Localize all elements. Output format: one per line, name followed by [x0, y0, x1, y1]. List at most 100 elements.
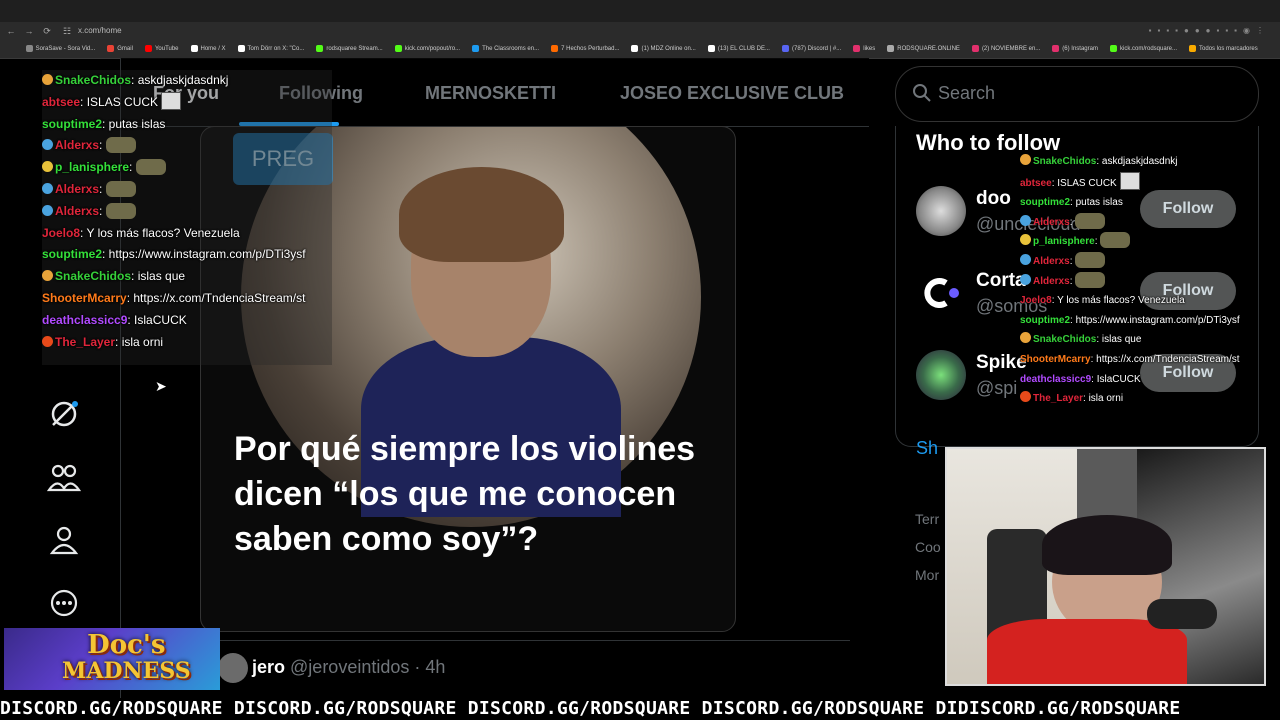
chat-message: SnakeChidos: islas que: [42, 266, 332, 288]
bookmark-item[interactable]: (787) Discord | #...: [781, 40, 842, 58]
bookmark-item[interactable]: 7 Hechos Perturbad...: [551, 40, 619, 58]
bookmark-item[interactable]: The Classrooms en...: [472, 40, 539, 58]
chat-username[interactable]: SnakeChidos: [55, 73, 131, 87]
bookmark-item[interactable]: kick.com/popout/ro...: [394, 40, 460, 58]
search-input[interactable]: Search: [895, 66, 1259, 122]
chat-username[interactable]: Alderxs: [1033, 217, 1070, 228]
suggestion-name[interactable]: Corta: [976, 270, 1026, 292]
chat-username[interactable]: Alderxs: [1033, 256, 1070, 267]
chat-username[interactable]: deathclassicc9: [1020, 374, 1091, 385]
tab-mernosketti[interactable]: MERNOSKETTI: [425, 83, 556, 104]
footer-link[interactable]: Terr: [915, 505, 941, 533]
bookmark-item[interactable]: SoraSave - Sora Vid...: [25, 40, 95, 58]
chat-username[interactable]: Alderxs: [55, 204, 99, 218]
chat-username[interactable]: souptime2: [42, 247, 102, 261]
bookmark-item[interactable]: (1) MDZ Online on...: [631, 40, 696, 58]
chat-username[interactable]: souptime2: [1020, 197, 1070, 208]
chat-text: : putas islas: [1070, 197, 1123, 209]
chat-emote-icon: [135, 159, 166, 176]
chat-text: : ISLAS CUCK: [1051, 177, 1117, 189]
reload-icon[interactable]: ⟳: [42, 26, 52, 36]
avatar[interactable]: [916, 186, 966, 236]
extension-icons[interactable]: ▪▪▪▪●●●▪▪▪◉⋮: [1149, 26, 1270, 35]
grok-icon[interactable]: [44, 394, 84, 434]
bookmark-item[interactable]: likes: [853, 40, 875, 58]
chat-username[interactable]: abtsee: [42, 95, 80, 109]
bookmark-favicon-icon: [237, 44, 245, 52]
show-more-link[interactable]: Sh: [916, 438, 938, 459]
footer-link[interactable]: Coo: [915, 533, 941, 561]
bookmark-item[interactable]: Gmail: [107, 40, 133, 58]
bookmark-item[interactable]: Todos los marcadores: [1189, 40, 1258, 58]
footer-link[interactable]: Mor: [915, 561, 941, 589]
chat-badge-icon: [1020, 253, 1031, 265]
bookmark-favicon-icon: [394, 44, 402, 52]
chat-username[interactable]: Joelo8: [1020, 295, 1052, 306]
chat-username[interactable]: souptime2: [42, 117, 102, 131]
address-bar[interactable]: ← → ⟳ ☷ x.com/home ▪▪▪▪●●●▪▪▪◉⋮: [0, 22, 1280, 40]
back-icon[interactable]: ←: [6, 26, 16, 36]
suggestion-name[interactable]: doo: [976, 188, 1011, 210]
chat-username[interactable]: Alderxs: [55, 138, 99, 152]
bookmark-item[interactable]: Tom Dörr on X: "Co...: [237, 40, 304, 58]
forward-icon[interactable]: →: [24, 26, 34, 36]
chat-username[interactable]: Alderxs: [1033, 276, 1070, 287]
chat-text: : https://www.instagram.com/p/DTi3ysf: [1070, 314, 1240, 326]
chat-message: deathclassicc9: IslaCUCK: [1020, 370, 1270, 390]
chat-username[interactable]: SnakeChidos: [1033, 156, 1096, 167]
site-info-icon[interactable]: ☷: [62, 26, 72, 36]
bookmark-favicon-icon: [707, 44, 715, 52]
bookmark-favicon-icon: [853, 44, 861, 52]
author-name[interactable]: jero: [252, 657, 285, 677]
chat-username[interactable]: ShooterMcarry: [1020, 354, 1091, 365]
bookmark-label: Todos los marcadores: [1199, 46, 1258, 52]
chat-emote-icon: [1075, 271, 1106, 288]
bookmark-label: (1) MDZ Online on...: [641, 46, 696, 52]
chat-emote-icon: [105, 180, 136, 197]
avatar[interactable]: [916, 268, 966, 318]
bookmark-item[interactable]: (13) EL CLUB DE...: [707, 40, 770, 58]
bookmark-item[interactable]: (6) Instagram: [1052, 40, 1098, 58]
author-handle: @jeroveintidos · 4h: [290, 657, 446, 677]
bookmark-label: (787) Discord | #...: [791, 46, 842, 52]
bookmark-item[interactable]: Home / X: [190, 40, 226, 58]
bookmark-favicon-icon: [631, 44, 639, 52]
chat-username[interactable]: The_Layer: [55, 335, 115, 349]
profile-icon[interactable]: [44, 520, 84, 560]
chat-text: :: [99, 138, 106, 153]
chat-badge-icon: [42, 139, 53, 151]
chat-username[interactable]: p_lanisphere: [55, 160, 129, 174]
next-post[interactable]: jero @jeroveintidos · 4h: [200, 640, 850, 697]
chat-message: abtsee: ISLAS CUCK: [1020, 171, 1270, 194]
chat-username[interactable]: deathclassicc9: [42, 313, 127, 327]
post-author[interactable]: jero @jeroveintidos · 4h: [252, 657, 445, 678]
bookmark-item[interactable]: (2) NOVIEMBRE en...: [971, 40, 1040, 58]
bookmark-favicon-icon: [25, 44, 33, 52]
chat-message: ShooterMcarry: https://x.com/TndenciaStr…: [42, 288, 332, 310]
chat-username[interactable]: SnakeChidos: [1033, 334, 1096, 345]
chat-message: Joelo8: Y los más flacos? Venezuela: [1020, 291, 1270, 311]
chat-text: : askdjaskjdasdnkj: [131, 73, 229, 87]
chat-username[interactable]: p_lanisphere: [1033, 236, 1095, 247]
chat-username[interactable]: Alderxs: [55, 182, 99, 196]
bookmark-favicon-icon: [316, 44, 324, 52]
game-logo: Doc's MADNESS: [4, 628, 220, 690]
chat-username[interactable]: souptime2: [1020, 315, 1070, 326]
chat-username[interactable]: The_Layer: [1033, 393, 1083, 404]
chat-username[interactable]: SnakeChidos: [55, 269, 131, 283]
bookmark-item[interactable]: rodsquaree Stream...: [316, 40, 383, 58]
tab-joseo-exclusive-club[interactable]: JOSEO EXCLUSIVE CLUB: [620, 83, 844, 104]
bookmarks-bar: SoraSave - Sora Vid... Gmail YouTube Home /…: [0, 40, 1280, 59]
avatar[interactable]: [916, 350, 966, 400]
chat-username[interactable]: Joelo8: [42, 226, 80, 240]
chat-username[interactable]: abtsee: [1020, 178, 1052, 189]
bookmark-item[interactable]: YouTube: [144, 40, 179, 58]
bookmark-label: rodsquaree Stream...: [326, 46, 383, 52]
bookmark-item[interactable]: RODSQUARE.ONLINE: [887, 40, 960, 58]
avatar[interactable]: [218, 653, 248, 683]
more-icon[interactable]: [44, 583, 84, 623]
bookmark-item[interactable]: kick.com/rodsquare...: [1109, 40, 1177, 58]
communities-icon[interactable]: [44, 458, 84, 498]
chat-username[interactable]: ShooterMcarry: [42, 291, 127, 305]
url-text[interactable]: x.com/home: [78, 26, 122, 35]
